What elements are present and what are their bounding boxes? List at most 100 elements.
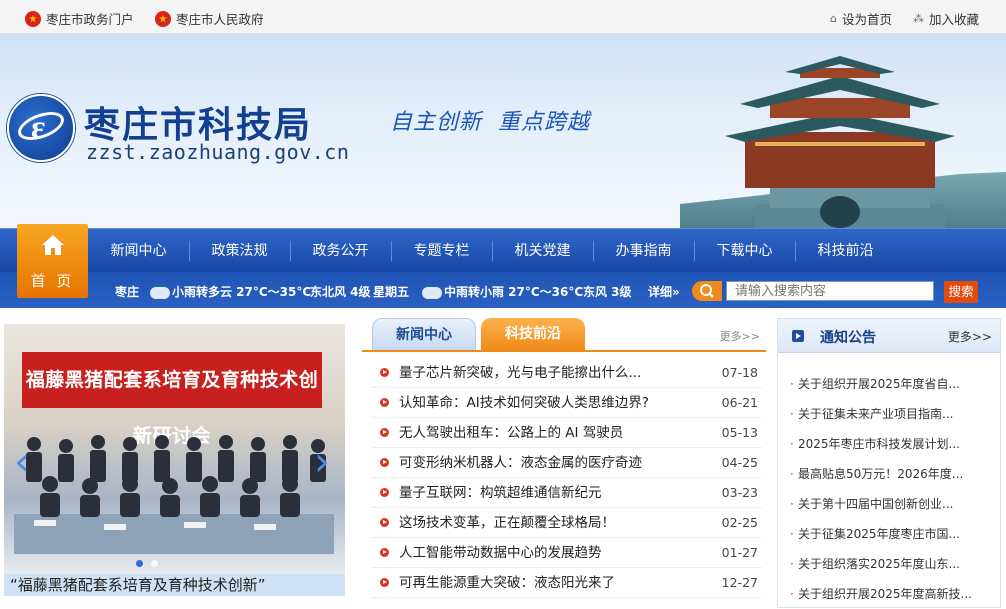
bullet-icon xyxy=(380,428,389,437)
news-date: 04-25 xyxy=(721,455,758,470)
slide-pagination xyxy=(136,560,158,567)
search-input[interactable] xyxy=(726,281,934,301)
slide-dot[interactable] xyxy=(151,560,158,567)
nav-item-public-affairs[interactable]: 政务公开 xyxy=(290,229,391,273)
site-domain: zzst.zaozhuang.gov.cn xyxy=(86,140,350,164)
list-item[interactable]: 认知革命：AI技术如何突破人类思维边界? 06-21 xyxy=(372,388,762,418)
cloud-sun-icon xyxy=(422,286,442,299)
slide-next-button[interactable]: › xyxy=(312,442,332,482)
tab-tech-frontier[interactable]: 科技前沿 xyxy=(481,318,585,351)
search-icon xyxy=(692,281,722,301)
news-title[interactable]: 人工智能带动数据中心的发展趋势 xyxy=(399,538,602,568)
list-item[interactable]: 可变形纳米机器人：液态金属的医疗奇迹 04-25 xyxy=(372,448,762,478)
news-title[interactable]: 量子互联网：构筑超维通信新纪元 xyxy=(399,478,602,508)
list-item[interactable]: 这场技术变革，正在颠覆全球格局！ 02-25 xyxy=(372,508,762,538)
weather-detail-link[interactable]: 详细» xyxy=(648,283,680,300)
list-item[interactable]: 量子芯片新突破，光与电子能擦出什么... 07-18 xyxy=(372,358,762,388)
list-item[interactable]: 量子互联网：构筑超维通信新纪元 03-23 xyxy=(372,478,762,508)
notice-list: 关于组织开展2025年度省自... 关于征集未来产业项目指南... 2025年枣… xyxy=(790,369,990,609)
portal-link-label: 枣庄市政务门户 xyxy=(46,12,134,27)
photo-slideshow[interactable]: 福藤黑猪配套系培育及育种技术创新研讨会 ‹ › “福藤黑猪配套系培育及育种技术创… xyxy=(4,324,345,596)
header-banner: ε 枣庄市科技局 zzst.zaozhuang.gov.cn 自主创新 重点跨越 xyxy=(0,34,1006,228)
list-item[interactable]: 最高贴息50万元！2026年度... xyxy=(790,459,990,489)
main-nav: 新闻中心 政策法规 政务公开 专题专栏 机关党建 办事指南 下载中心 科技前沿 xyxy=(0,228,1006,272)
news-date: 12-27 xyxy=(721,575,758,590)
search-box: 搜索 xyxy=(692,281,980,303)
weather-day1: 小雨转多云 27°C～35°C xyxy=(150,283,311,300)
news-panel: 新闻中心 科技前沿 更多>> 量子芯片新突破，光与电子能擦出什么... 07-18… xyxy=(362,314,766,604)
weather-day2: 中雨转小雨 27°C～36°C xyxy=(422,283,583,300)
notice-header: 通知公告 更多>> xyxy=(778,319,1000,353)
news-title[interactable]: 可变形纳米机器人：液态金属的医疗奇迹 xyxy=(399,448,642,478)
slogan: 自主创新 重点跨越 xyxy=(390,110,590,135)
news-date: 01-27 xyxy=(721,545,758,560)
favorite-link[interactable]: ⁂ 加入收藏 xyxy=(913,9,979,28)
slide-dot[interactable] xyxy=(136,560,143,567)
national-emblem-icon xyxy=(25,10,41,27)
list-item[interactable]: 2025年枣庄市科技发展计划... xyxy=(790,429,990,459)
news-date: 07-18 xyxy=(721,365,758,380)
cloud-rain-icon xyxy=(150,286,170,299)
list-item[interactable]: 关于征集2025年度枣庄市国... xyxy=(790,519,990,549)
nav-item-policy[interactable]: 政策法规 xyxy=(189,229,290,273)
weather-day1-text: 小雨转多云 27°C～35°C xyxy=(172,285,312,299)
nav-item-download[interactable]: 下载中心 xyxy=(694,229,795,273)
bullet-icon xyxy=(380,488,389,497)
nav-item-party[interactable]: 机关党建 xyxy=(492,229,593,273)
set-home-label: 设为首页 xyxy=(841,12,892,27)
news-date: 03-23 xyxy=(721,485,758,500)
home-icon xyxy=(41,235,64,255)
nav-item-news[interactable]: 新闻中心 xyxy=(88,229,189,273)
news-title[interactable]: 这场技术变革，正在颠覆全球格局！ xyxy=(399,508,615,538)
national-emblem-icon xyxy=(155,10,171,27)
weather-wind1: 东北风 4级 xyxy=(310,285,371,299)
weather-city: 枣庄 xyxy=(115,285,140,299)
news-title[interactable]: 认知革命：AI技术如何突破人类思维边界? xyxy=(399,388,649,418)
favorite-label: 加入收藏 xyxy=(929,12,980,27)
list-item[interactable]: 关于组织落实2025年度山东... xyxy=(790,549,990,579)
gov-link-label: 枣庄市人民政府 xyxy=(176,12,264,27)
list-item[interactable]: 关于组织开展2025年度省自... xyxy=(790,369,990,399)
slide-people-image xyxy=(14,435,334,554)
city-gate-tower-image xyxy=(680,56,1006,228)
bullet-icon xyxy=(380,578,389,587)
list-item[interactable]: 关于征集未来产业项目指南... xyxy=(790,399,990,429)
tab-news-center[interactable]: 新闻中心 xyxy=(372,318,476,351)
bullet-icon xyxy=(380,458,389,467)
slide-caption[interactable]: “福藤黑猪配套系培育及育种技术创新” xyxy=(4,574,345,596)
home-icon: ⌂ xyxy=(830,12,837,25)
news-title[interactable]: 无人驾驶出租车：公路上的 AI 驾驶员 xyxy=(399,418,623,448)
top-bar: 枣庄市政务门户 枣庄市人民政府 ⌂ 设为首页 ⁂ 加入收藏 xyxy=(0,0,1006,34)
news-date: 02-25 xyxy=(721,515,758,530)
bullet-icon xyxy=(380,548,389,557)
news-title[interactable]: 量子芯片新突破，光与电子能擦出什么... xyxy=(399,358,641,388)
list-item[interactable]: 可再生能源重大突破：液态阳光来了 12-27 xyxy=(372,568,762,598)
site-logo-icon[interactable]: ε xyxy=(7,94,75,162)
set-home-link[interactable]: ⌂ 设为首页 xyxy=(830,9,892,28)
slide-event-banner: 福藤黑猪配套系培育及育种技术创新研讨会 xyxy=(22,352,322,447)
bullet-icon xyxy=(380,368,389,377)
weather-wind2: 东风 3级 xyxy=(583,285,632,299)
nav-item-frontier[interactable]: 科技前沿 xyxy=(795,229,896,273)
slide-prev-button[interactable]: ‹ xyxy=(12,442,32,482)
notice-more-link[interactable]: 更多>> xyxy=(948,328,992,345)
list-item[interactable]: 关于第十四届中国创新创业... xyxy=(790,489,990,519)
notice-title: 通知公告 xyxy=(820,330,876,346)
news-more-link[interactable]: 更多>> xyxy=(720,328,760,344)
list-item[interactable]: 无人驾驶出租车：公路上的 AI 驾驶员 05-13 xyxy=(372,418,762,448)
nav-item-guide[interactable]: 办事指南 xyxy=(593,229,694,273)
portal-link[interactable]: 枣庄市政务门户 xyxy=(25,9,134,28)
share-icon: ⁂ xyxy=(913,12,924,25)
news-list: 量子芯片新突破，光与电子能擦出什么... 07-18 认知革命：AI技术如何突破人… xyxy=(372,358,762,598)
weather-day2-text: 中雨转小雨 27°C～36°C xyxy=(444,285,584,299)
news-date: 06-21 xyxy=(721,395,758,410)
home-label: 首 页 xyxy=(30,272,75,290)
nav-item-special-topics[interactable]: 专题专栏 xyxy=(391,229,492,273)
search-button[interactable]: 搜索 xyxy=(944,281,978,303)
list-item[interactable]: 关于组织开展2025年度高新技... xyxy=(790,579,990,609)
news-title[interactable]: 可再生能源重大突破：液态阳光来了 xyxy=(399,568,615,598)
list-item[interactable]: 人工智能带动数据中心的发展趋势 01-27 xyxy=(372,538,762,568)
weather-weekday: 星期五 xyxy=(373,285,410,299)
home-button[interactable]: 首 页 xyxy=(17,224,88,298)
gov-link[interactable]: 枣庄市人民政府 xyxy=(155,9,264,28)
